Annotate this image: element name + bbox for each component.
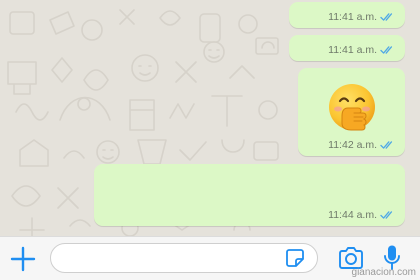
chat-area: 11:41 a.m. 11:41 a.m. 11:42 a.m. 11:44 a…	[0, 0, 420, 236]
message-time: 11:44 a.m.	[328, 209, 377, 221]
sticker-icon[interactable]	[285, 248, 305, 268]
message-bubble[interactable]: 11:41 a.m.	[289, 2, 405, 28]
face-with-hand-over-mouth-emoji	[328, 84, 375, 131]
message-bubble[interactable]: 11:41 a.m.	[289, 35, 405, 61]
message-input[interactable]	[50, 243, 318, 273]
message-meta: 11:41 a.m.	[328, 11, 396, 23]
double-check-icon	[380, 46, 393, 54]
message-composer-bar: gianacion.com	[0, 236, 420, 280]
message-time: 11:41 a.m.	[328, 44, 377, 56]
message-time: 11:41 a.m.	[328, 11, 377, 23]
message-time: 11:42 a.m.	[328, 139, 377, 151]
emoji-message-bubble[interactable]: 11:42 a.m.	[298, 68, 405, 156]
double-check-icon	[380, 13, 393, 21]
plus-icon[interactable]	[10, 246, 36, 272]
double-check-icon	[380, 141, 393, 149]
message-meta: 11:42 a.m.	[328, 139, 396, 151]
double-check-icon	[380, 211, 393, 219]
message-meta: 11:44 a.m.	[328, 209, 396, 221]
blank-message-bubble[interactable]: 11:44 a.m.	[94, 164, 405, 226]
message-meta: 11:41 a.m.	[328, 44, 396, 56]
watermark: gianacion.com	[351, 267, 416, 278]
